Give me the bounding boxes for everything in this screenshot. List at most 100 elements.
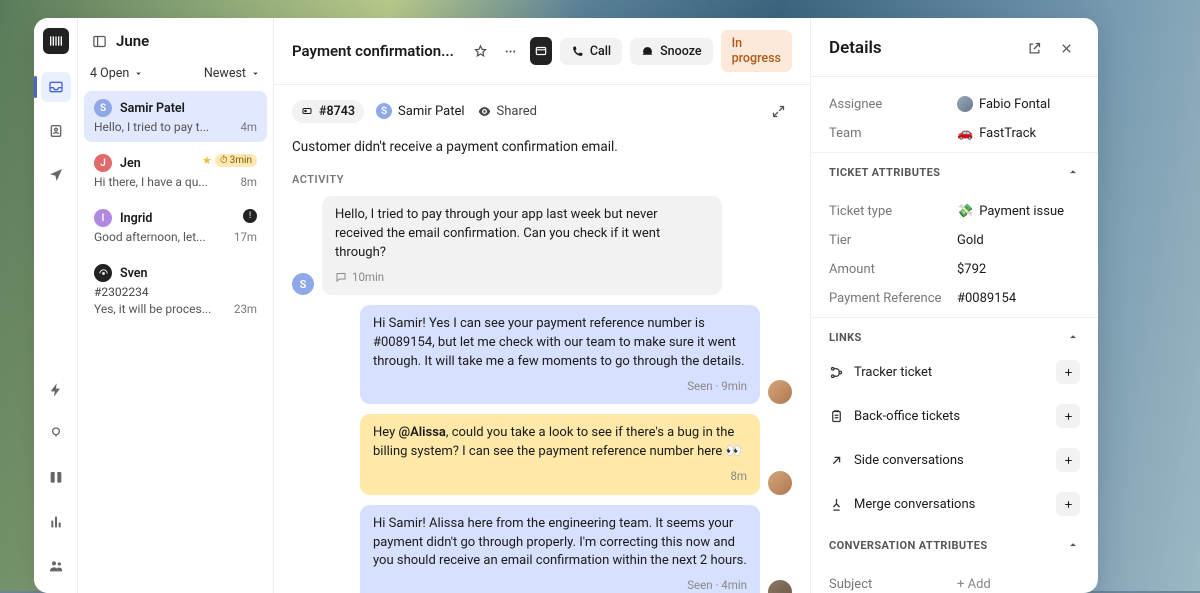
assignment-section: Assignee Fabio Fontal Team 🚗FastTrack [811,77,1098,153]
team-value[interactable]: 🚗FastTrack [957,126,1080,141]
conversation-description: Customer didn't receive a payment confir… [274,133,810,169]
message-outgoing: Hi Samir! Alissa here from the engineeri… [360,505,760,593]
rail-help[interactable] [41,419,71,449]
chat-icon [335,271,347,283]
add-link-button[interactable] [1056,448,1080,472]
rail-book[interactable] [41,463,71,493]
row-label: Subject [829,577,957,592]
filter-dropdown[interactable]: 4 Open [90,66,144,81]
assignee-label: Assignee [829,97,957,112]
arrow-out-icon [829,453,844,468]
avatar: S [292,273,314,295]
link-tracker-ticket[interactable]: Tracker ticket [811,350,1098,394]
activity-heading: ACTIVITY [274,169,810,196]
inbox-item-preview: Yes, it will be proces... [94,302,228,316]
workspace-title: June [116,32,149,50]
star-button[interactable] [470,37,492,65]
message-incoming: Hello, I tried to pay through your app l… [322,196,722,295]
links-header[interactable]: LINKS [811,318,1098,350]
details-title: Details [829,38,1016,58]
rail-inbox[interactable] [41,72,71,102]
inbox-item[interactable]: I Ingrid ! Good afternoon, let... 17m [84,201,267,252]
inbox-item-name: Ingrid [120,211,152,226]
customer-chip[interactable]: S Samir Patel [376,103,465,119]
inbox-item-time: 8m [240,175,257,189]
panel-toggle-icon[interactable] [90,32,108,50]
more-button[interactable] [500,37,522,65]
row-label: Amount [829,262,957,277]
inbox-item-time: 23m [234,302,257,316]
links-section: Tracker ticket Back-office tickets Side … [811,350,1098,526]
ticket-id-tag[interactable]: #8743 [292,100,364,123]
close-details-button[interactable] [1052,34,1080,62]
link-backoffice[interactable]: Back-office tickets [811,394,1098,438]
expand-button[interactable] [764,97,792,125]
inbox-item[interactable]: Sven #2302234 Yes, it will be proces... … [84,256,267,324]
inbox-item-ref: #2302234 [94,285,257,299]
bot-avatar [94,264,112,282]
call-button[interactable]: Call [560,38,622,65]
add-subject-button[interactable]: + Add [957,577,1080,592]
conv-attributes-header[interactable]: CONVERSATION ATTRIBUTES [811,526,1098,558]
inbox-item-time: 4m [240,120,257,134]
alert-icon: ! [243,209,257,223]
inbox-item-time: 17m [234,230,257,244]
rail-people[interactable] [41,551,71,581]
rail-bolt[interactable] [41,375,71,405]
chevron-up-icon [1066,165,1080,179]
clipboard-icon [829,409,844,424]
add-link-button[interactable] [1056,404,1080,428]
avatar: I [94,209,112,227]
open-external-button[interactable] [1020,34,1048,62]
rail-send[interactable] [41,160,71,190]
assignee-value[interactable]: Fabio Fontal [957,96,1080,112]
inbox-item[interactable]: J Jen ★ ⏱ 3min Hi there, I have a qu... … [84,146,267,197]
conversation-title: Payment confirmation... [292,42,454,60]
app-window: June 4 Open Newest S Samir Patel Hello, … [34,18,1098,593]
snooze-button[interactable]: Snooze [630,38,713,65]
avatar: S [94,99,112,117]
avatar [957,96,973,112]
inbox-item-preview: Hello, I tried to pay t... [94,120,234,134]
money-icon: 💸 [957,204,973,219]
inbox-item-name: Jen [120,156,141,171]
amount-value[interactable]: $792 [957,262,1080,277]
inbox-item-name: Sven [120,266,148,281]
message-note: Hey @Alissa, could you take a look to se… [360,414,760,494]
avatar: J [94,154,112,172]
branch-icon [829,365,844,380]
ticket-attributes-header[interactable]: TICKET ATTRIBUTES [811,153,1098,185]
priority-badge: ⏱ 3min [215,154,257,167]
team-label: Team [829,126,957,141]
close-conversation-button[interactable] [530,37,552,65]
rail-reports[interactable] [41,507,71,537]
tier-value[interactable]: Gold [957,233,1080,248]
chevron-down-icon [133,68,144,79]
chevron-up-icon [1066,330,1080,344]
message-thread: S Hello, I tried to pay through your app… [274,196,810,593]
details-panel: Details Assignee Fabio Fontal Team 🚗Fast… [810,18,1098,593]
inbox-item[interactable]: S Samir Patel Hello, I tried to pay t...… [84,91,267,142]
payref-value[interactable]: #0089154 [957,291,1080,306]
ticket-attributes-section: Ticket type 💸Payment issue Tier Gold Amo… [811,185,1098,318]
link-side-conversations[interactable]: Side conversations [811,438,1098,482]
agent-avatar [768,580,792,593]
link-merge[interactable]: Merge conversations [811,482,1098,526]
add-link-button[interactable] [1056,360,1080,384]
merge-icon [829,497,844,512]
app-logo[interactable] [43,28,69,54]
message-outgoing: Hi Samir! Yes I can see your payment ref… [360,305,760,404]
agent-avatar [768,471,792,495]
star-icon: ★ [202,154,212,167]
sort-dropdown[interactable]: Newest [204,66,261,81]
conversation-panel: Payment confirmation... Call Snooze In p… [274,18,810,593]
status-pill[interactable]: In progress [721,30,792,72]
row-label: Tier [829,233,957,248]
ticket-type-value[interactable]: 💸Payment issue [957,204,1080,219]
rail-contacts[interactable] [41,116,71,146]
nav-rail [34,18,78,593]
inbox-item-preview: Good afternoon, let... [94,230,228,244]
inbox-item-preview: Hi there, I have a qu... [94,175,234,189]
shared-indicator[interactable]: Shared [477,104,537,119]
add-link-button[interactable] [1056,492,1080,516]
